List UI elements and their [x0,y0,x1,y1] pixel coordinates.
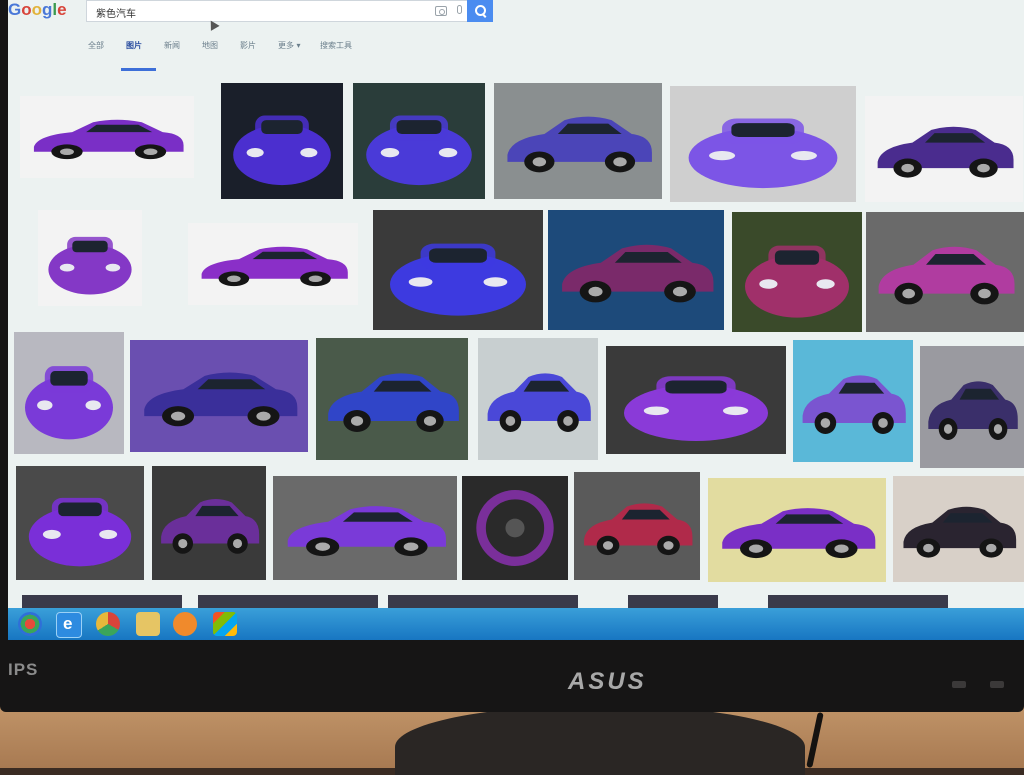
logo-letter: o [21,0,32,19]
tab-search-tools[interactable]: 搜索工具 [320,40,352,51]
media-player-icon[interactable] [173,612,197,636]
search-button[interactable] [467,0,493,22]
image-result-thumbnail[interactable] [130,340,308,452]
image-result-thumbnail[interactable] [793,340,913,462]
image-result-thumbnail[interactable] [221,83,343,199]
image-result-thumbnail[interactable] [606,346,786,454]
image-result-thumbnail[interactable] [188,223,358,305]
image-result-thumbnail[interactable] [574,472,700,580]
chrome-icon[interactable] [96,612,120,636]
windows-store-icon[interactable] [213,612,237,636]
image-result-thumbnail[interactable] [316,338,468,460]
camera-icon[interactable] [435,6,447,16]
image-result-thumbnail[interactable] [388,595,578,608]
tab-all[interactable]: 全部 [88,40,104,51]
brand-logo: ASUS [568,668,647,695]
search-input[interactable] [94,3,418,21]
logo-letter: g [42,0,53,19]
internet-explorer-icon[interactable]: e [56,612,82,638]
image-result-thumbnail[interactable] [494,83,662,199]
microphone-icon[interactable] [457,5,462,14]
image-result-thumbnail[interactable] [670,86,856,202]
image-result-thumbnail[interactable] [920,346,1024,468]
tab-images[interactable]: 图片 [126,40,142,51]
image-result-thumbnail[interactable] [373,210,543,330]
image-result-thumbnail[interactable] [866,212,1024,332]
image-result-thumbnail[interactable] [628,595,718,608]
image-result-thumbnail[interactable] [708,478,886,582]
ips-badge: IPS [8,660,39,679]
image-result-thumbnail[interactable] [353,83,485,199]
image-result-thumbnail[interactable] [462,476,568,580]
logo-letter: e [57,0,67,19]
monitor-button[interactable] [952,681,966,688]
image-result-thumbnail[interactable] [38,210,142,306]
image-result-thumbnail[interactable] [732,212,862,332]
image-result-thumbnail[interactable] [893,476,1024,582]
tab-maps[interactable]: 地图 [202,40,218,51]
monitor-bezel: Google 全部 图片 新闻 地图 影片 更多 ▾ 搜索工具 e [0,0,1024,712]
tab-news[interactable]: 新闻 [164,40,180,51]
image-result-thumbnail[interactable] [20,96,194,178]
file-explorer-icon[interactable] [136,612,160,636]
active-tab-indicator [121,68,156,71]
google-logo[interactable]: Google [8,0,67,20]
image-result-thumbnail[interactable] [478,338,598,460]
image-result-thumbnail[interactable] [865,96,1023,202]
image-result-thumbnail[interactable] [16,466,144,580]
taskbar: e [8,608,1024,640]
logo-letter: o [31,0,43,19]
tab-videos[interactable]: 影片 [240,40,256,51]
tab-more[interactable]: 更多 ▾ [278,40,301,51]
image-result-thumbnail[interactable] [22,595,182,608]
start-orb-icon[interactable] [18,612,42,636]
screen: Google 全部 图片 新闻 地图 影片 更多 ▾ 搜索工具 e [8,0,1024,640]
image-result-thumbnail[interactable] [273,476,457,580]
search-box[interactable] [86,0,474,22]
logo-letter: G [8,0,22,19]
image-result-thumbnail[interactable] [548,210,724,330]
image-result-thumbnail[interactable] [768,595,948,608]
image-result-thumbnail[interactable] [198,595,378,608]
image-result-thumbnail[interactable] [14,332,124,454]
image-result-thumbnail[interactable] [152,466,266,580]
monitor-power-button[interactable] [990,681,1004,688]
